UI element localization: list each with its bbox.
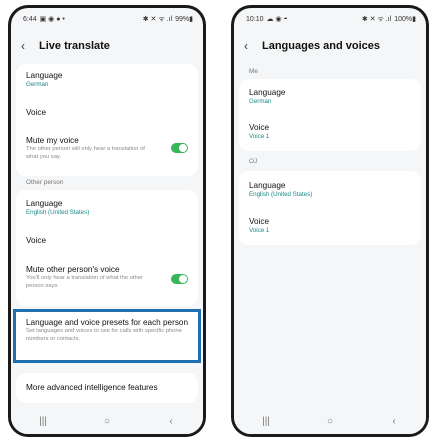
mute-other-voice-label: Mute other person's voice <box>26 265 120 274</box>
back-arrow-icon[interactable]: ‹ <box>244 40 254 52</box>
contact-section-label: OJ <box>249 158 258 165</box>
status-bar: 10:10 ☁ ◉ ◓ ✱ ✕ ᯤ .ıl 100%▮ <box>246 13 416 25</box>
contact-language-label: Language <box>249 181 286 190</box>
mute-my-voice-desc: The other person will only hear a transl… <box>26 146 145 160</box>
my-language-value: German <box>26 81 49 88</box>
status-time: 10:10 <box>246 15 264 23</box>
presets-desc: Set languages and voices to use for call… <box>26 328 182 342</box>
me-language-label: Language <box>249 88 286 97</box>
presets-row[interactable]: Language and voice presets for each pers… <box>13 309 201 363</box>
back-button[interactable]: ‹ <box>156 416 186 427</box>
app-bar: ‹ Languages and voices <box>244 38 416 54</box>
mute-other-voice-row[interactable]: Mute other person's voice You'll only he… <box>26 265 158 290</box>
mute-my-voice-row[interactable]: Mute my voice The other person will only… <box>26 136 158 161</box>
my-voice-row[interactable]: Voice <box>26 108 188 118</box>
presets-content: Language and voice presets for each pers… <box>26 318 190 343</box>
me-section-label: Me <box>249 68 258 75</box>
page-title: Live translate <box>39 40 110 52</box>
my-language-label: Language <box>26 71 63 80</box>
status-time: 6:44 <box>23 15 37 23</box>
me-language-row[interactable]: Language German <box>249 88 411 106</box>
contact-settings-card: Language English (United States) Voice V… <box>239 171 421 245</box>
languages-voices-screen: 10:10 ☁ ◉ ◓ ✱ ✕ ᯤ .ıl 100%▮ ‹ Languages … <box>234 8 426 434</box>
mute-other-voice-desc: You'll only hear a translation of what t… <box>26 275 143 289</box>
my-settings-card: Language German Voice Mute my voice The … <box>16 64 198 176</box>
my-language-row[interactable]: Language German <box>26 71 188 89</box>
mute-my-voice-toggle[interactable] <box>171 143 188 153</box>
other-voice-label: Voice <box>26 236 47 245</box>
other-language-label: Language <box>26 199 63 208</box>
notification-icons: ☁ ◉ ◓ <box>266 16 288 23</box>
me-voice-row[interactable]: Voice Voice 1 <box>249 123 411 141</box>
contact-voice-label: Voice <box>249 217 270 226</box>
back-button[interactable]: ‹ <box>379 416 409 427</box>
me-voice-label: Voice <box>249 123 270 132</box>
phone-right: 10:10 ☁ ◉ ◓ ✱ ✕ ᯤ .ıl 100%▮ ‹ Languages … <box>231 5 429 437</box>
battery-indicator: 100%▮ <box>394 16 416 23</box>
page-title: Languages and voices <box>262 40 380 52</box>
navigation-bar: ||| ○ ‹ <box>234 408 426 434</box>
live-translate-screen: 6:44 ▣ ◉ ● • ✱ ✕ ᯤ .ıl 99%▮ ‹ Live trans… <box>11 8 203 434</box>
me-language-value: German <box>249 98 272 105</box>
recents-button[interactable]: ||| <box>251 416 281 427</box>
contact-voice-row[interactable]: Voice Voice 1 <box>249 217 411 235</box>
system-icons: ✱ ✕ ᯤ .ıl <box>361 15 392 23</box>
me-settings-card: Language German Voice Voice 1 <box>239 79 421 151</box>
notification-icons: ▣ ◉ ● • <box>39 16 65 23</box>
other-voice-row[interactable]: Voice <box>26 236 188 246</box>
me-voice-value: Voice 1 <box>249 133 270 140</box>
advanced-features-label: More advanced intelligence features <box>26 383 158 392</box>
system-icons: ✱ ✕ ᯤ .ıl <box>142 15 173 23</box>
presets-title: Language and voice presets for each pers… <box>26 318 189 327</box>
app-bar: ‹ Live translate <box>21 38 193 54</box>
home-button[interactable]: ○ <box>92 416 122 427</box>
other-person-section-label: Other person <box>26 179 64 186</box>
navigation-bar: ||| ○ ‹ <box>11 408 203 434</box>
phone-left: 6:44 ▣ ◉ ● • ✱ ✕ ᯤ .ıl 99%▮ ‹ Live trans… <box>8 5 206 437</box>
mute-other-voice-toggle[interactable] <box>171 274 188 284</box>
home-button[interactable]: ○ <box>315 416 345 427</box>
contact-language-value: English (United States) <box>249 191 313 198</box>
recents-button[interactable]: ||| <box>28 416 58 427</box>
advanced-features-row: More advanced intelligence features <box>26 383 188 393</box>
my-voice-label: Voice <box>26 108 47 117</box>
other-language-row[interactable]: Language English (United States) <box>26 199 188 217</box>
battery-indicator: 99%▮ <box>175 16 193 23</box>
contact-voice-value: Voice 1 <box>249 227 270 234</box>
status-bar: 6:44 ▣ ◉ ● • ✱ ✕ ᯤ .ıl 99%▮ <box>23 13 193 25</box>
back-arrow-icon[interactable]: ‹ <box>21 40 31 52</box>
other-language-value: English (United States) <box>26 209 90 216</box>
other-person-card: Language English (United States) Voice M… <box>16 190 198 306</box>
advanced-features-card[interactable]: More advanced intelligence features <box>16 373 198 403</box>
mute-my-voice-label: Mute my voice <box>26 136 79 145</box>
contact-language-row[interactable]: Language English (United States) <box>249 181 411 199</box>
